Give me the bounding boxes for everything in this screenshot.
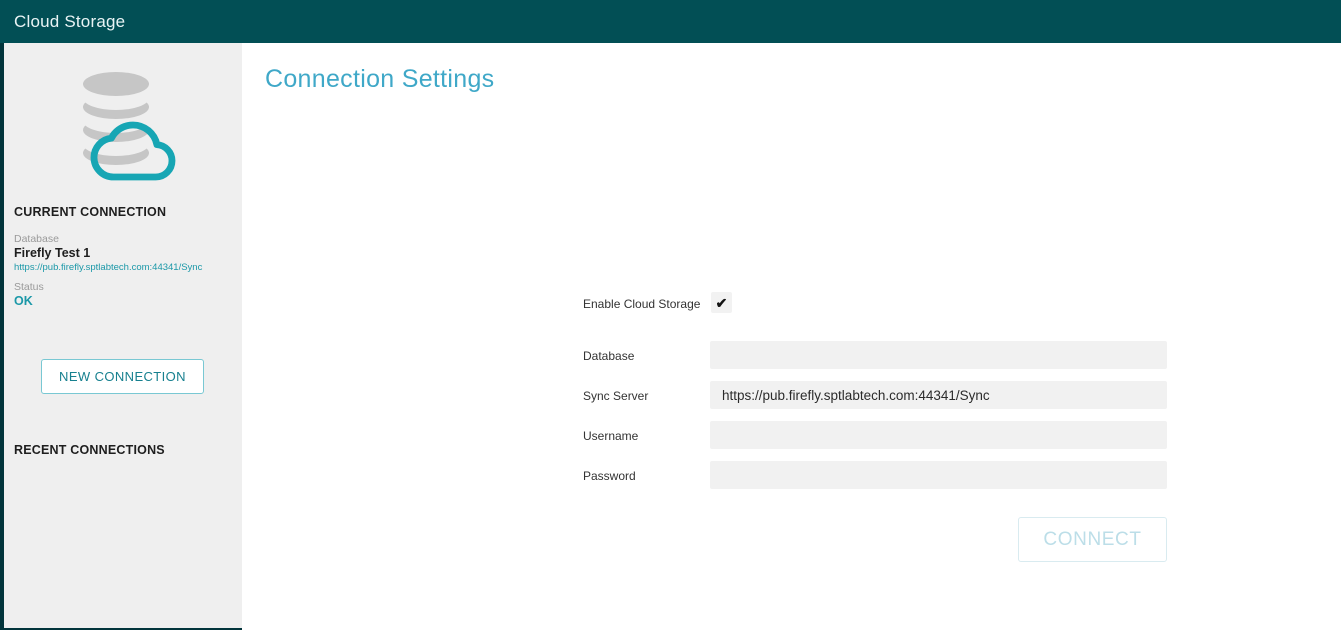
connect-button[interactable]: CONNECT <box>1018 517 1167 562</box>
database-input[interactable] <box>710 341 1167 369</box>
sync-server-field-label: Sync Server <box>583 389 648 403</box>
database-cloud-icon <box>66 64 181 182</box>
check-icon: ✔ <box>716 296 728 310</box>
current-database-name: Firefly Test 1 <box>14 246 90 260</box>
page-title: Connection Settings <box>265 65 494 94</box>
recent-connections-heading: RECENT CONNECTIONS <box>14 443 165 457</box>
titlebar: Cloud Storage <box>0 0 1341 43</box>
status-label: Status <box>14 281 44 293</box>
new-connection-button[interactable]: NEW CONNECTION <box>41 359 204 394</box>
sync-server-input[interactable] <box>710 381 1167 409</box>
window-left-edge <box>0 43 4 630</box>
current-database-url: https://pub.firefly.sptlabtech.com:44341… <box>14 262 202 273</box>
main-content: Connection Settings Enable Cloud Storage… <box>242 43 1341 630</box>
username-input[interactable] <box>710 421 1167 449</box>
status-value: OK <box>14 294 33 308</box>
password-field-label: Password <box>583 469 636 483</box>
current-connection-heading: CURRENT CONNECTION <box>14 205 166 219</box>
app-title: Cloud Storage <box>14 0 125 43</box>
enable-cloud-storage-checkbox[interactable]: ✔ <box>711 292 732 313</box>
enable-cloud-storage-label: Enable Cloud Storage <box>583 297 700 311</box>
password-input[interactable] <box>710 461 1167 489</box>
sidebar: CURRENT CONNECTION Database Firefly Test… <box>0 43 242 630</box>
username-field-label: Username <box>583 429 638 443</box>
database-field-label: Database <box>583 349 634 363</box>
database-label: Database <box>14 233 59 245</box>
